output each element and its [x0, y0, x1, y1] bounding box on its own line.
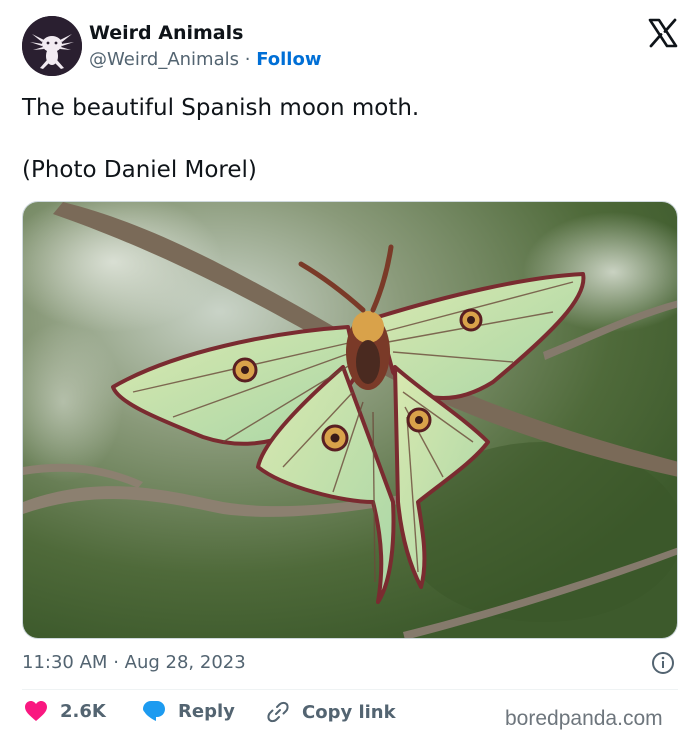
tweet-text: The beautiful Spanish moon moth. (Photo … [22, 93, 662, 186]
dot-separator: · [113, 652, 119, 673]
reply-bubble-icon [143, 701, 165, 721]
tweet-photo[interactable] [22, 201, 678, 639]
heart-icon [25, 701, 47, 721]
handle[interactable]: @Weird_Animals [89, 49, 239, 70]
divider [22, 689, 678, 690]
reply-button[interactable]: Reply [142, 700, 235, 722]
reply-label: Reply [178, 700, 235, 722]
tweet-line: The beautiful Spanish moon moth. [22, 95, 420, 121]
display-name[interactable]: Weird Animals [89, 22, 243, 44]
tweet-time: 11:30 AM [22, 652, 108, 673]
axolotl-icon [22, 16, 82, 76]
copy-link-button[interactable]: Copy link [266, 700, 396, 724]
like-button[interactable]: 2.6K [24, 700, 106, 722]
separator: · [244, 49, 251, 70]
moth-photo-image [23, 202, 677, 638]
like-count: 2.6K [60, 700, 106, 722]
handle-row: @Weird_Animals · Follow [89, 49, 321, 70]
tweet-date: Aug 28, 2023 [124, 652, 246, 673]
tweet-header: Weird Animals @Weird_Animals · Follow [22, 16, 682, 78]
info-icon[interactable] [651, 651, 675, 675]
follow-button[interactable]: Follow [256, 49, 321, 70]
tweet-line: (Photo Daniel Morel) [22, 157, 257, 183]
link-icon [267, 701, 289, 723]
x-logo-icon[interactable] [648, 18, 678, 48]
avatar[interactable] [22, 16, 82, 76]
watermark-text: boredpanda.com [505, 707, 663, 730]
timestamp[interactable]: 11:30 AM · Aug 28, 2023 [22, 652, 246, 673]
copy-link-label: Copy link [302, 701, 396, 723]
